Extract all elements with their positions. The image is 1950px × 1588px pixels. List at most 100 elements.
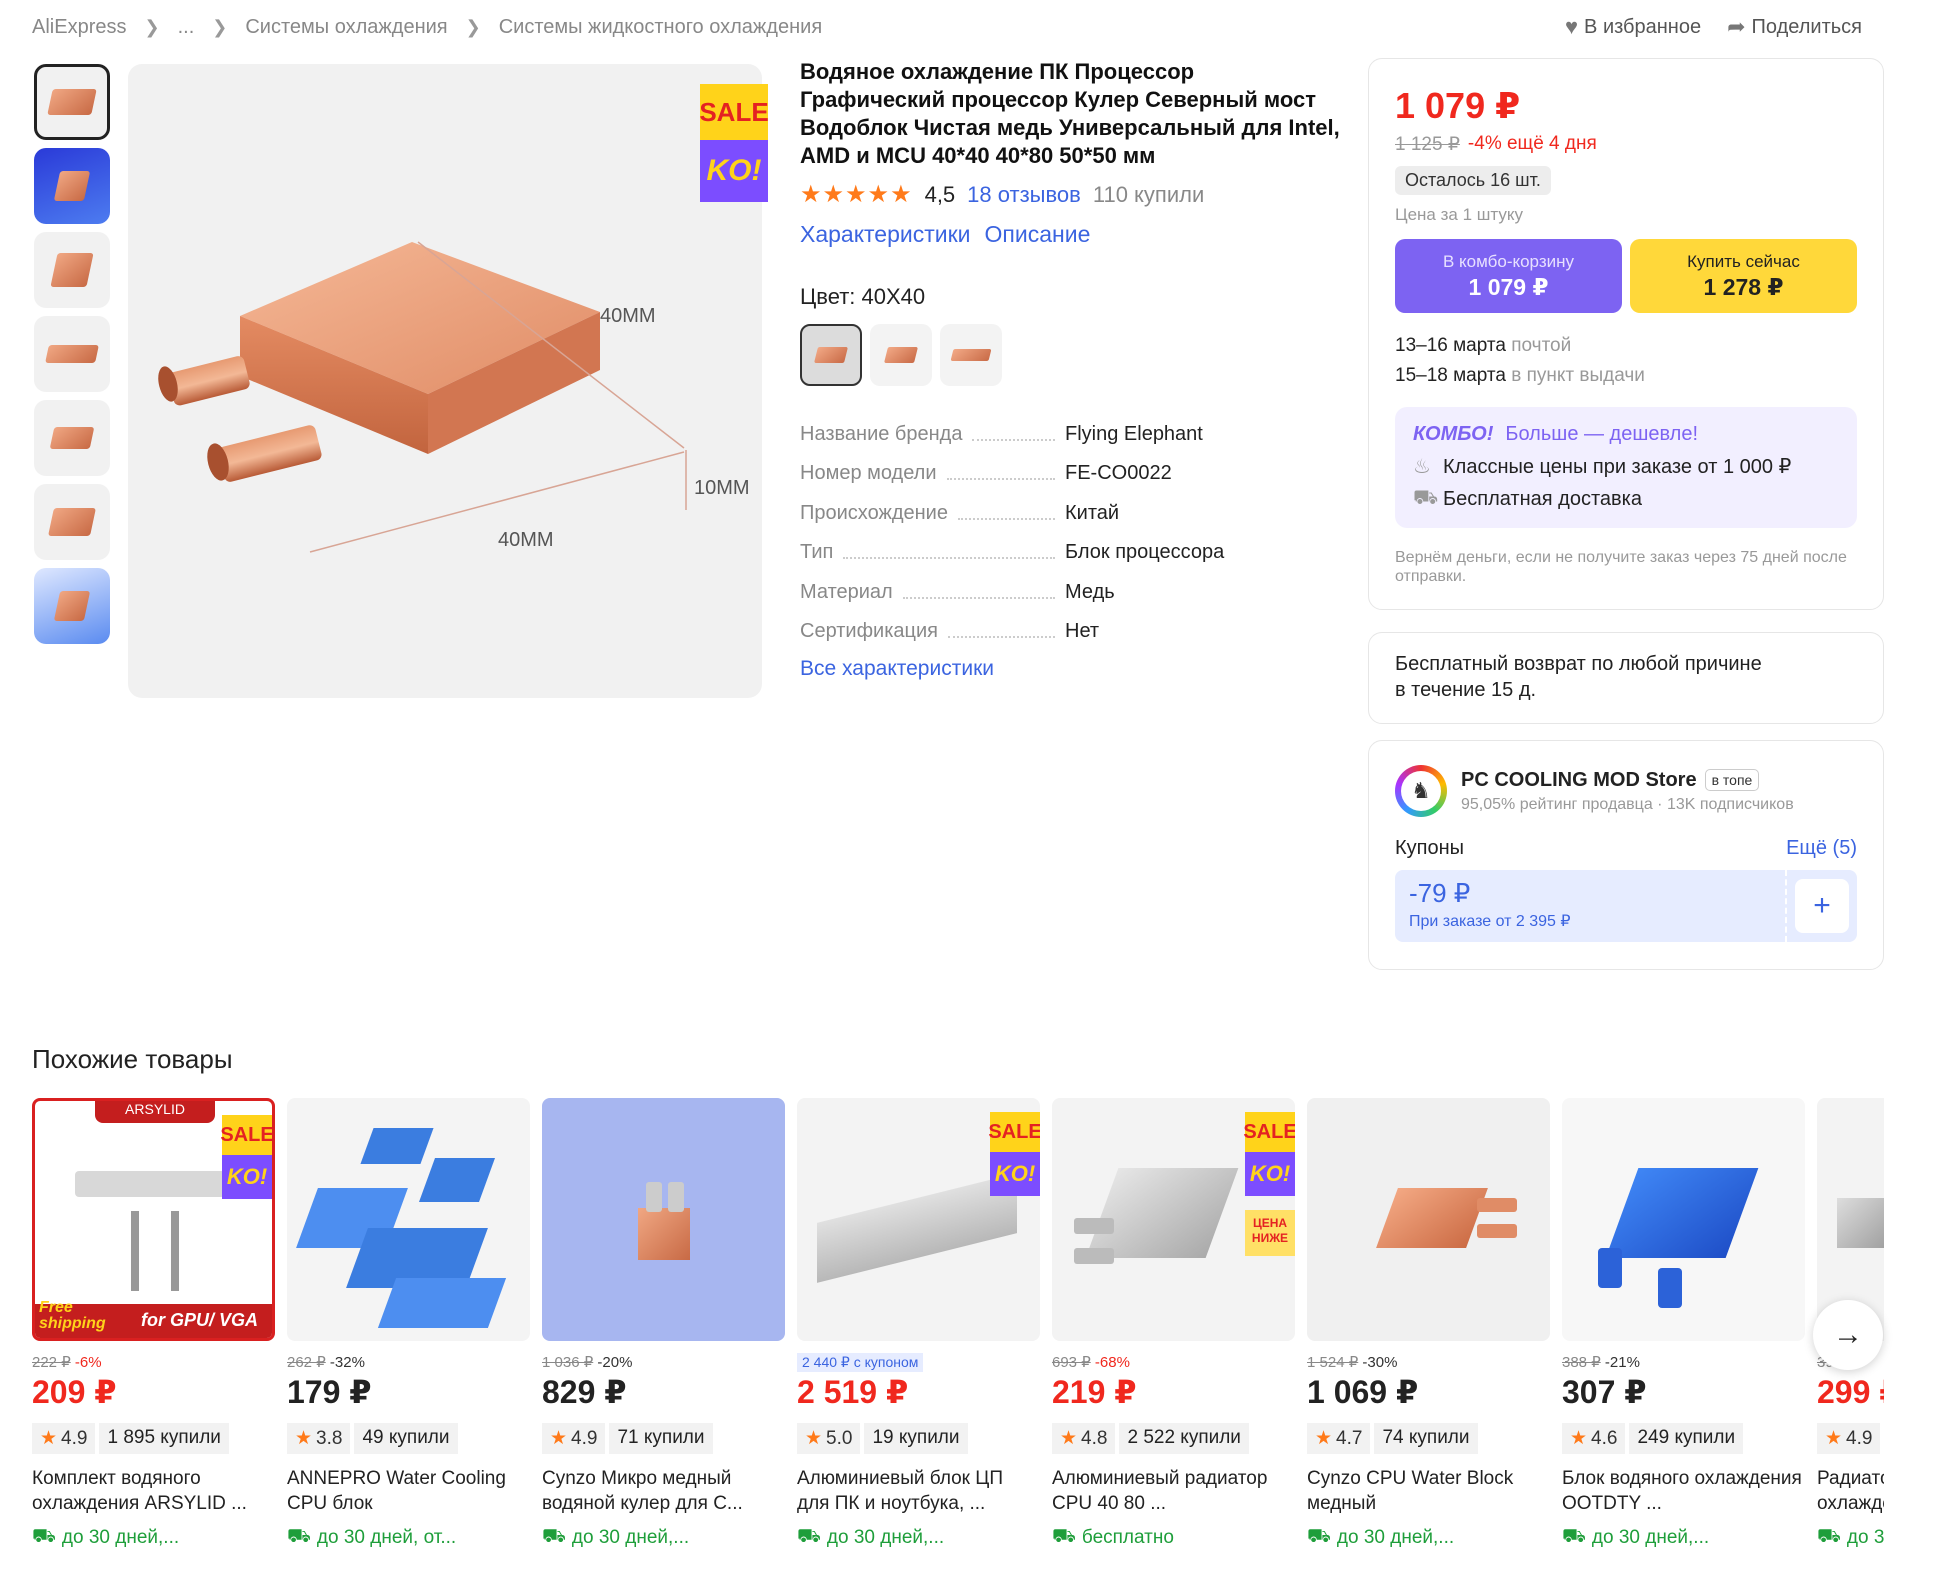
product-card[interactable]: 1 036 ₽ -20% 829 ₽ ★ 4.9 71 купили Cynzo М… xyxy=(542,1098,785,1550)
spec-row: Тип Блок процессора xyxy=(800,525,1340,565)
combo-button-label: В комбо-корзину xyxy=(1442,251,1575,271)
store-header[interactable]: ♞ PC COOLING MOD Store в топе 95,05% рейт… xyxy=(1395,765,1857,817)
sold-count: 71 купили xyxy=(609,1423,713,1454)
spec-value: Китай xyxy=(1065,501,1120,524)
reviews-link[interactable]: 18 отзывов xyxy=(967,182,1081,208)
sale-badge: SALE KO! xyxy=(988,1112,1040,1196)
sale-badge: SALE KO! xyxy=(220,1115,272,1199)
breadcrumb-cooling[interactable]: Системы охлаждения xyxy=(245,16,447,39)
favorite-button[interactable]: ♥ В избранное xyxy=(1565,14,1701,40)
price: 299 ₽ xyxy=(1817,1374,1884,1410)
old-price: 1 524 ₽ xyxy=(1307,1354,1359,1371)
truck-icon: ⛟ xyxy=(287,1526,311,1547)
old-price: 388 ₽ xyxy=(1562,1354,1601,1371)
delivery-date: 13–16 марта xyxy=(1395,335,1506,356)
product-card[interactable]: 262 ₽ -32% 179 ₽ ★ 3.8 49 купили ANNEPRO W… xyxy=(287,1098,530,1550)
old-price-row: 262 ₽ -32% xyxy=(287,1353,530,1371)
fire-icon: ♨ xyxy=(1413,456,1431,478)
coupons-header: Купоны Ещё (5) xyxy=(1395,837,1857,860)
coupon-condition: При заказе от 2 395 ₽ xyxy=(1409,913,1571,930)
thumbnail-4[interactable] xyxy=(34,316,110,392)
discount-text: -4% ещё 4 дня xyxy=(1467,133,1597,154)
heart-icon: ♥ xyxy=(1564,14,1579,39)
combo-line: Классные цены при заказе от 1 000 ₽ xyxy=(1443,456,1792,478)
product-card[interactable]: ARSYLID for GPU/ VGA Free shipping SALE K… xyxy=(32,1098,275,1550)
coupon-amount: -79 ₽ xyxy=(1409,878,1471,908)
swatch-40x40[interactable] xyxy=(800,324,862,386)
add-to-combo-button[interactable]: В комбо-корзину 1 079 ₽ xyxy=(1395,239,1622,313)
star-icon: ★ xyxy=(805,1428,823,1449)
old-price-row: 388 ₽ -21% xyxy=(1562,1353,1805,1371)
add-coupon-button[interactable]: + xyxy=(1795,879,1849,933)
sale-badge: SALE KO! xyxy=(699,84,769,202)
similar-products: ARSYLID for GPU/ VGA Free shipping SALE K… xyxy=(32,1098,1884,1578)
breadcrumb-home[interactable]: AliExpress xyxy=(32,16,126,39)
delivery: до 30 дней,... xyxy=(826,1527,945,1548)
share-button[interactable]: ➦ Поделиться xyxy=(1727,14,1862,40)
spec-key: Материал xyxy=(800,580,893,603)
thumbnail-6[interactable] xyxy=(34,484,110,560)
spec-value: FE-CO0022 xyxy=(1065,462,1172,484)
product-image xyxy=(542,1098,785,1341)
spec-key: Название бренда xyxy=(800,422,963,445)
breadcrumb-ellipsis[interactable]: ... xyxy=(178,16,195,39)
price: 179 ₽ xyxy=(287,1374,372,1410)
product-card[interactable]: SALE KO! ЦЕНА НИЖЕ 693 ₽ -68% 219 ₽ ★ 4.8 2… xyxy=(1052,1098,1295,1550)
spec-row: Название бренда Flying Elephant xyxy=(800,406,1340,446)
thumbnail-3[interactable] xyxy=(34,232,110,308)
swatch-3[interactable] xyxy=(940,324,1002,386)
buy-now-button[interactable]: Купить сейчас 1 278 ₽ xyxy=(1630,239,1857,313)
discount: -30% xyxy=(1362,1354,1398,1371)
breadcrumb-liquid-cooling[interactable]: Системы жидкостного охлаждения xyxy=(499,16,822,39)
thumbnail-5[interactable] xyxy=(34,400,110,476)
tab-description[interactable]: Описание xyxy=(985,221,1091,248)
product-card[interactable]: 388 ₽ -21% 307 ₽ ★ 4.6 249 купили Блок вод… xyxy=(1562,1098,1805,1550)
discount: -68% xyxy=(1094,1354,1130,1371)
thumbnail-7[interactable] xyxy=(34,568,110,644)
delivery-info: 13–16 марта почтой 15–18 марта в пункт в… xyxy=(1395,331,1857,391)
sold-count: 19 купили xyxy=(864,1423,968,1454)
dim-depth-label: 40MM xyxy=(498,529,554,551)
price: 2 519 ₽ xyxy=(797,1374,909,1410)
main-product-image[interactable]: 40MM 10MM 40MM xyxy=(128,64,762,698)
thumbnail-1[interactable] xyxy=(34,64,110,140)
price: 209 ₽ xyxy=(32,1374,117,1410)
product-name: Блок водяного охлаждения OOTDTY ... xyxy=(1562,1468,1802,1514)
spec-key: Сертификация xyxy=(800,620,938,642)
similar-title: Похожие товары xyxy=(32,1044,233,1074)
returns-line: Бесплатный возврат по любой причине xyxy=(1395,653,1762,675)
product-image: ARSYLID for GPU/ VGA Free shipping SALE K… xyxy=(32,1098,275,1341)
ko-text: KO! xyxy=(1245,1152,1295,1196)
swatch-2[interactable] xyxy=(870,324,932,386)
sold-count: 2 522 купили xyxy=(1119,1423,1249,1454)
copper-block-illustration: 40MM 10MM 40MM xyxy=(158,241,750,553)
old-price: 262 ₽ xyxy=(287,1354,326,1371)
truck-icon: ⛟ xyxy=(1562,1526,1586,1547)
returns-card[interactable]: Бесплатный возврат по любой причине в те… xyxy=(1368,632,1884,724)
spec-row: Материал Медь xyxy=(800,564,1340,604)
combo-promo[interactable]: КОМБО! Больше — дешевле! ♨ Классные цены … xyxy=(1395,407,1857,528)
combo-button-price: 1 079 ₽ xyxy=(1468,273,1549,300)
delivery: до 30 дней, от... xyxy=(316,1527,457,1548)
carousel-next-arrow-icon[interactable]: → xyxy=(1813,1300,1883,1370)
star-icon: ★ xyxy=(40,1428,58,1449)
product-card[interactable]: SALE KO! 2 440 ₽ с купоном 2 519 ₽ ★ 5.0 19… xyxy=(797,1098,1040,1550)
tab-specs[interactable]: Характеристики xyxy=(800,221,971,248)
store-logo: ♞ xyxy=(1395,765,1447,817)
horse-icon: ♞ xyxy=(1401,771,1441,811)
sold-count: 1 895 купили xyxy=(99,1423,229,1454)
chevron-right-icon: ❯ xyxy=(212,17,228,37)
product-image: SALE KO! ЦЕНА НИЖЕ xyxy=(1052,1098,1295,1341)
sale-text: SALE xyxy=(699,84,769,140)
ko-text: KO! xyxy=(990,1152,1040,1196)
coupons-more-link[interactable]: Ещё (5) xyxy=(1786,837,1857,860)
thumbnail-2[interactable] xyxy=(34,148,110,224)
rating-value: 4,5 xyxy=(924,181,956,207)
old-price: 222 ₽ xyxy=(32,1354,71,1371)
sale-badge: SALE KO! xyxy=(1243,1112,1295,1196)
old-price-row: 2 440 ₽ с купоном xyxy=(797,1353,1040,1372)
combo-headline: Больше — дешевле! xyxy=(1505,423,1699,445)
product-card[interactable]: 1 524 ₽ -30% 1 069 ₽ ★ 4.7 74 купили Cynzo… xyxy=(1307,1098,1550,1550)
product-image xyxy=(1562,1098,1805,1341)
all-specs-link[interactable]: Все характеристики xyxy=(800,657,1340,681)
